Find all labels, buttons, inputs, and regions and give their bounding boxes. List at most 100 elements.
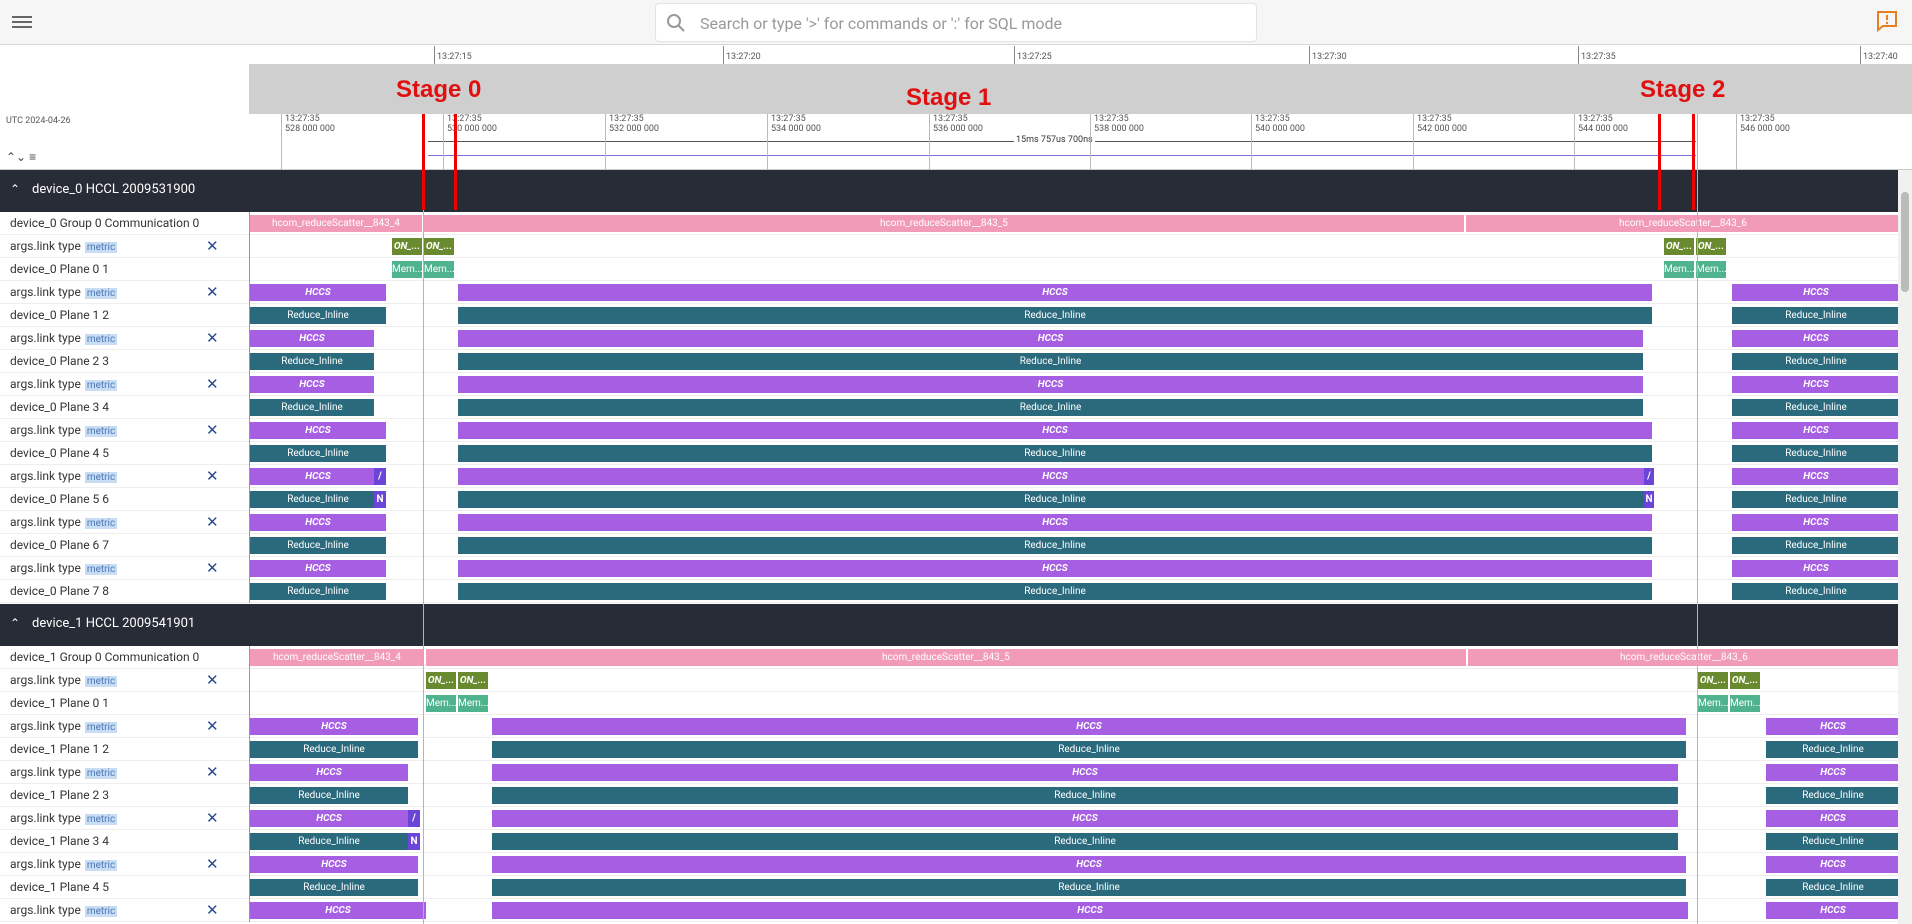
track-lane[interactable]: Reduce_Inline Reduce_Inline Reduce_Inline: [249, 442, 1900, 465]
slice[interactable]: HCCS: [250, 468, 386, 485]
slice[interactable]: HCCS: [250, 902, 426, 919]
slice[interactable]: hcom_reduceScatter__843_4: [250, 215, 422, 232]
slice[interactable]: Reduce_Inline: [458, 537, 1652, 554]
feedback-icon[interactable]: [1876, 10, 1898, 32]
track-lane[interactable]: Reduce_Inline Reduce_Inline Reduce_Inline: [249, 350, 1900, 373]
close-icon[interactable]: ✕: [206, 283, 219, 301]
slice[interactable]: HCCS: [458, 560, 1652, 577]
track-lane[interactable]: HCCS HCCS HCCS: [249, 853, 1900, 876]
slice[interactable]: /: [408, 810, 420, 827]
close-icon[interactable]: ✕: [206, 763, 219, 781]
track-lane[interactable]: HCCS HCCS HCCS: [249, 761, 1900, 784]
slice[interactable]: Reduce_Inline: [492, 879, 1686, 896]
track-lane[interactable]: Mem... Mem... Mem... Mem...: [249, 258, 1899, 281]
slice[interactable]: /: [374, 468, 386, 485]
slice[interactable]: Reduce_Inline: [458, 307, 1652, 324]
track-lane[interactable]: Mem... Mem... Mem... Mem...: [249, 692, 1899, 715]
slice[interactable]: hcom_reduceScatter__843_4: [250, 649, 424, 666]
group-header[interactable]: ⌃ device_1 HCCL 2009541901: [0, 604, 1912, 646]
slice[interactable]: HCCS: [250, 718, 418, 735]
slice[interactable]: HCCS: [492, 856, 1686, 873]
slice[interactable]: Reduce_Inline: [1766, 787, 1900, 804]
slice[interactable]: Reduce_Inline: [1732, 399, 1900, 416]
track-lane[interactable]: HCCS HCCS HCCS: [249, 715, 1900, 738]
slice[interactable]: Reduce_Inline: [1766, 833, 1900, 850]
slice[interactable]: HCCS: [1732, 468, 1900, 485]
slice[interactable]: Reduce_Inline: [250, 833, 408, 850]
slice[interactable]: Mem...: [458, 695, 488, 712]
slice[interactable]: Reduce_Inline: [1766, 879, 1900, 896]
slice[interactable]: HCCS: [1732, 284, 1900, 301]
slice[interactable]: HCCS: [1732, 560, 1900, 577]
slice[interactable]: HCCS: [1732, 514, 1900, 531]
track-lane[interactable]: Reduce_Inline Reduce_Inline Reduce_Inline: [249, 876, 1900, 899]
slice[interactable]: hcom_reduceScatter__843_6: [1466, 215, 1900, 232]
close-icon[interactable]: ✕: [206, 671, 219, 689]
collapse-icons[interactable]: ⌃⌄ ≡: [6, 150, 36, 164]
close-icon[interactable]: ✕: [206, 855, 219, 873]
chevron-up-icon[interactable]: ⌃: [10, 182, 20, 196]
track-lane[interactable]: Reduce_Inline Reduce_Inline Reduce_Inline: [249, 784, 1900, 807]
search-input[interactable]: Search or type '>' for commands or ':' f…: [700, 14, 1062, 33]
slice[interactable]: Reduce_Inline: [250, 787, 408, 804]
slice[interactable]: ON_...: [458, 672, 488, 689]
track-lane[interactable]: Reduce_Inline Reduce_Inline Reduce_Inline: [249, 396, 1900, 419]
slice[interactable]: Reduce_Inline: [250, 741, 418, 758]
slice[interactable]: HCCS: [1766, 764, 1900, 781]
slice[interactable]: N: [1644, 491, 1654, 508]
slice[interactable]: Reduce_Inline: [458, 491, 1652, 508]
close-icon[interactable]: ✕: [206, 513, 219, 531]
close-icon[interactable]: ✕: [206, 809, 219, 827]
slice[interactable]: ON_...: [1698, 672, 1728, 689]
slice[interactable]: HCCS: [1732, 422, 1900, 439]
track-lane[interactable]: HCCS HCCS HCCS /: [249, 807, 1900, 830]
slice[interactable]: Reduce_Inline: [250, 879, 418, 896]
slice[interactable]: HCCS: [250, 422, 386, 439]
slice[interactable]: ON_...: [1696, 238, 1726, 255]
track-lane[interactable]: HCCS HCCS HCCS: [249, 557, 1900, 580]
track-lane[interactable]: Reduce_Inline Reduce_Inline Reduce_Inline: [249, 304, 1900, 327]
slice[interactable]: Reduce_Inline: [1732, 583, 1900, 600]
slice[interactable]: Mem...: [426, 695, 456, 712]
search-box[interactable]: Search or type '>' for commands or ':' f…: [656, 4, 1256, 41]
slice[interactable]: Reduce_Inline: [458, 399, 1643, 416]
close-icon[interactable]: ✕: [206, 559, 219, 577]
slice[interactable]: Reduce_Inline: [458, 583, 1652, 600]
slice[interactable]: ON_...: [392, 238, 422, 255]
slice[interactable]: Mem...: [1696, 261, 1726, 278]
slice[interactable]: HCCS: [1766, 718, 1900, 735]
slice[interactable]: HCCS: [492, 810, 1678, 827]
slice[interactable]: Reduce_Inline: [1732, 537, 1900, 554]
slice[interactable]: HCCS: [1732, 330, 1900, 347]
slice[interactable]: ON_...: [426, 672, 456, 689]
slice[interactable]: hcom_reduceScatter__843_5: [426, 649, 1466, 666]
group-header[interactable]: ⌃ device_0 HCCL 2009531900: [0, 170, 1912, 212]
slice[interactable]: Reduce_Inline: [1766, 741, 1900, 758]
slice[interactable]: Reduce_Inline: [250, 445, 386, 462]
slice[interactable]: ON_...: [1730, 672, 1760, 689]
slice[interactable]: Reduce_Inline: [1732, 491, 1900, 508]
slice[interactable]: hcom_reduceScatter__843_6: [1468, 649, 1900, 666]
track-lane[interactable]: Reduce_Inline Reduce_Inline Reduce_Inline: [249, 534, 1900, 557]
slice[interactable]: Mem...: [1730, 695, 1760, 712]
slice[interactable]: Mem...: [1664, 261, 1694, 278]
track-lane[interactable]: hcom_reduceScatter__843_4 hcom_reduceScat…: [249, 212, 1900, 235]
slice[interactable]: N: [374, 491, 386, 508]
slice[interactable]: Reduce_Inline: [250, 491, 386, 508]
slice[interactable]: HCCS: [250, 764, 408, 781]
slice[interactable]: Mem...: [424, 261, 454, 278]
track-lane[interactable]: HCCS HCCS HCCS: [249, 511, 1900, 534]
track-lane[interactable]: HCCS HCCS HCCS / /: [249, 465, 1900, 488]
track-lane[interactable]: Reduce_Inline Reduce_Inline Reduce_Inline: [249, 580, 1900, 603]
track-lane[interactable]: Reduce_Inline Reduce_Inline Reduce_Inline N: [249, 830, 1900, 853]
time-axis[interactable]: UTC 2024-04-26 ⌃⌄ ≡ 15ms 757us 700ns 13:…: [0, 114, 1912, 170]
slice[interactable]: HCCS: [1766, 810, 1900, 827]
slice[interactable]: HCCS: [458, 284, 1652, 301]
track-lane[interactable]: HCCS HCCS HCCS: [249, 419, 1900, 442]
slice[interactable]: HCCS: [492, 718, 1686, 735]
slice[interactable]: ON_...: [1664, 238, 1694, 255]
close-icon[interactable]: ✕: [206, 375, 219, 393]
slice[interactable]: Mem...: [1698, 695, 1728, 712]
track-lane[interactable]: HCCS HCCS HCCS: [249, 281, 1900, 304]
slice[interactable]: HCCS: [250, 856, 418, 873]
